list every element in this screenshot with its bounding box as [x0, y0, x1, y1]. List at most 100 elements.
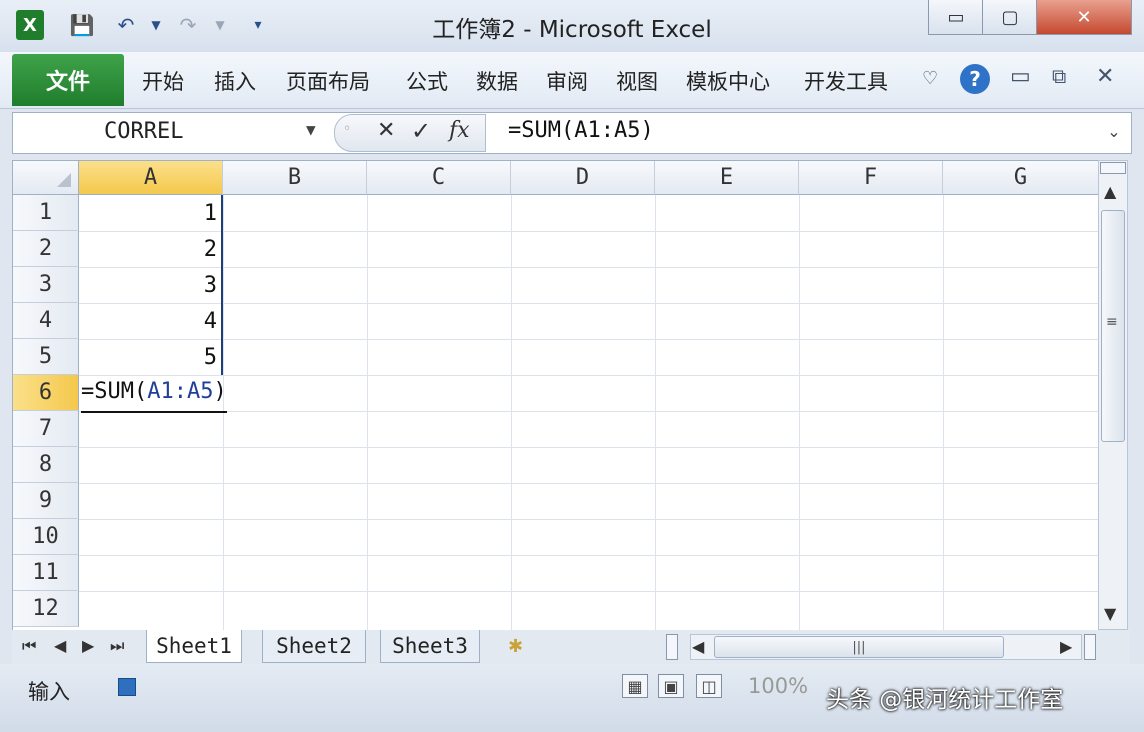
gridline [79, 447, 1099, 448]
insert-sheet-icon[interactable]: ✱ [508, 636, 523, 657]
row-header-8[interactable]: 8 [13, 447, 79, 483]
macro-record-icon[interactable] [118, 678, 136, 696]
tab-formulas[interactable]: 公式 [406, 66, 448, 96]
cell-a5[interactable]: 5 [79, 339, 217, 375]
row-header-9[interactable]: 9 [13, 483, 79, 519]
formula-input[interactable]: =SUM(A1:A5) [508, 118, 654, 143]
row-header-12[interactable]: 12 [13, 591, 79, 627]
column-header-c[interactable]: C [367, 161, 511, 195]
row-header-2[interactable]: 2 [13, 231, 79, 267]
row-header-1[interactable]: 1 [13, 195, 79, 231]
formula-prefix: =SUM( [81, 379, 148, 404]
page-layout-view-icon[interactable]: ▣ [658, 674, 684, 698]
insert-function-icon[interactable]: fx [449, 118, 470, 143]
workbook-minimize-icon[interactable]: ▭ [1010, 64, 1031, 89]
sheet-tab-sheet3[interactable]: Sheet3 [380, 630, 480, 663]
reference-range-border [221, 195, 223, 375]
status-mode: 输入 [28, 680, 70, 704]
row-header-3[interactable]: 3 [13, 267, 79, 303]
expand-formula-bar-icon[interactable]: ⌄ [1100, 116, 1128, 146]
select-all-icon [57, 173, 71, 187]
file-tab[interactable]: 文件 [12, 54, 124, 106]
cancel-icon[interactable]: ✕ [377, 118, 395, 143]
gridline [79, 411, 1099, 412]
tab-home[interactable]: 开始 [142, 66, 184, 96]
watermark: 头条 @银河统计工作室 [826, 687, 1064, 713]
prev-sheet-icon[interactable]: ◀ [54, 636, 66, 655]
maximize-button[interactable]: ▢ [982, 0, 1038, 35]
gridline [367, 195, 368, 631]
workbook-close-icon[interactable]: ✕ [1096, 64, 1114, 89]
first-sheet-icon[interactable]: ⏮ [22, 636, 36, 656]
close-button[interactable]: ✕ [1036, 0, 1132, 35]
row-header-6[interactable]: 6 [13, 375, 79, 411]
scroll-right-icon[interactable]: ▶ [1060, 637, 1072, 656]
gridline [79, 519, 1099, 520]
last-sheet-icon[interactable]: ⏭ [110, 636, 124, 656]
gridline [655, 195, 656, 631]
normal-view-icon[interactable]: ▦ [622, 674, 648, 698]
column-header-d[interactable]: D [511, 161, 655, 195]
scroll-down-icon[interactable]: ▼ [1104, 604, 1116, 623]
gridline [223, 195, 224, 631]
gridline [79, 591, 1099, 592]
gridline [79, 231, 1099, 232]
horizontal-scroll-thumb[interactable]: ||| [714, 636, 1004, 658]
gridline [79, 483, 1099, 484]
chevron-down-icon[interactable]: ▼ [306, 120, 316, 139]
formula-suffix: ) [213, 379, 227, 404]
gridline [79, 303, 1099, 304]
gridline [511, 195, 512, 631]
cell-a6-editing[interactable]: =SUM(A1:A5) [81, 379, 227, 404]
gridline [79, 267, 1099, 268]
zoom-level[interactable]: 100% [748, 674, 808, 698]
gridline [79, 339, 1099, 340]
split-box-icon[interactable] [1100, 162, 1126, 174]
page-break-view-icon[interactable]: ◫ [696, 674, 722, 698]
minimize-button[interactable]: ▭ [928, 0, 984, 35]
row-header-5[interactable]: 5 [13, 339, 79, 375]
name-box[interactable]: CORREL ▼ [14, 114, 326, 150]
active-cell-border [81, 411, 227, 413]
tab-split-handle-icon[interactable] [666, 634, 678, 660]
row-header-10[interactable]: 10 [13, 519, 79, 555]
resize-handle-icon[interactable]: ◦ [343, 121, 351, 137]
sheet-tab-sheet2[interactable]: Sheet2 [262, 630, 366, 663]
gridline [943, 195, 944, 631]
help-icon[interactable]: ? [960, 64, 990, 94]
next-sheet-icon[interactable]: ▶ [82, 636, 94, 655]
tab-data[interactable]: 数据 [476, 66, 518, 96]
cell-a4[interactable]: 4 [79, 303, 217, 339]
tab-view[interactable]: 视图 [616, 66, 658, 96]
gridline [79, 375, 1099, 376]
row-header-7[interactable]: 7 [13, 411, 79, 447]
tab-page-layout[interactable]: 页面布局 [286, 66, 370, 96]
tab-developer[interactable]: 开发工具 [804, 66, 888, 96]
scroll-up-icon[interactable]: ▲ [1104, 182, 1116, 201]
sheet-tab-sheet1[interactable]: Sheet1 [146, 630, 242, 663]
column-header-e[interactable]: E [655, 161, 799, 195]
worksheet-grid[interactable]: A B C D E F G 1 2 3 4 5 6 7 8 9 10 11 12… [12, 160, 1100, 632]
column-header-a[interactable]: A [79, 161, 223, 195]
row-header-4[interactable]: 4 [13, 303, 79, 339]
column-header-g[interactable]: G [943, 161, 1099, 195]
gridline [799, 195, 800, 631]
column-header-f[interactable]: F [799, 161, 943, 195]
cell-a3[interactable]: 3 [79, 267, 217, 303]
cell-a1[interactable]: 1 [79, 195, 217, 231]
minimize-ribbon-icon[interactable]: ♡ [922, 68, 938, 89]
grip-icon: ≡ [1106, 314, 1118, 330]
tab-review[interactable]: 审阅 [546, 66, 588, 96]
scroll-left-icon[interactable]: ◀ [692, 637, 704, 656]
row-header-11[interactable]: 11 [13, 555, 79, 591]
split-box-horizontal-icon[interactable] [1084, 634, 1096, 660]
formula-buttons: ◦ ✕ ✓ fx [334, 114, 486, 152]
column-header-b[interactable]: B [223, 161, 367, 195]
workbook-restore-icon[interactable]: ⧉ [1052, 64, 1066, 88]
tab-template-center[interactable]: 模板中心 [686, 66, 770, 96]
enter-icon[interactable]: ✓ [411, 117, 431, 145]
cell-a2[interactable]: 2 [79, 231, 217, 267]
formula-reference: A1:A5 [147, 379, 214, 404]
tab-insert[interactable]: 插入 [214, 66, 256, 96]
gridline [79, 555, 1099, 556]
